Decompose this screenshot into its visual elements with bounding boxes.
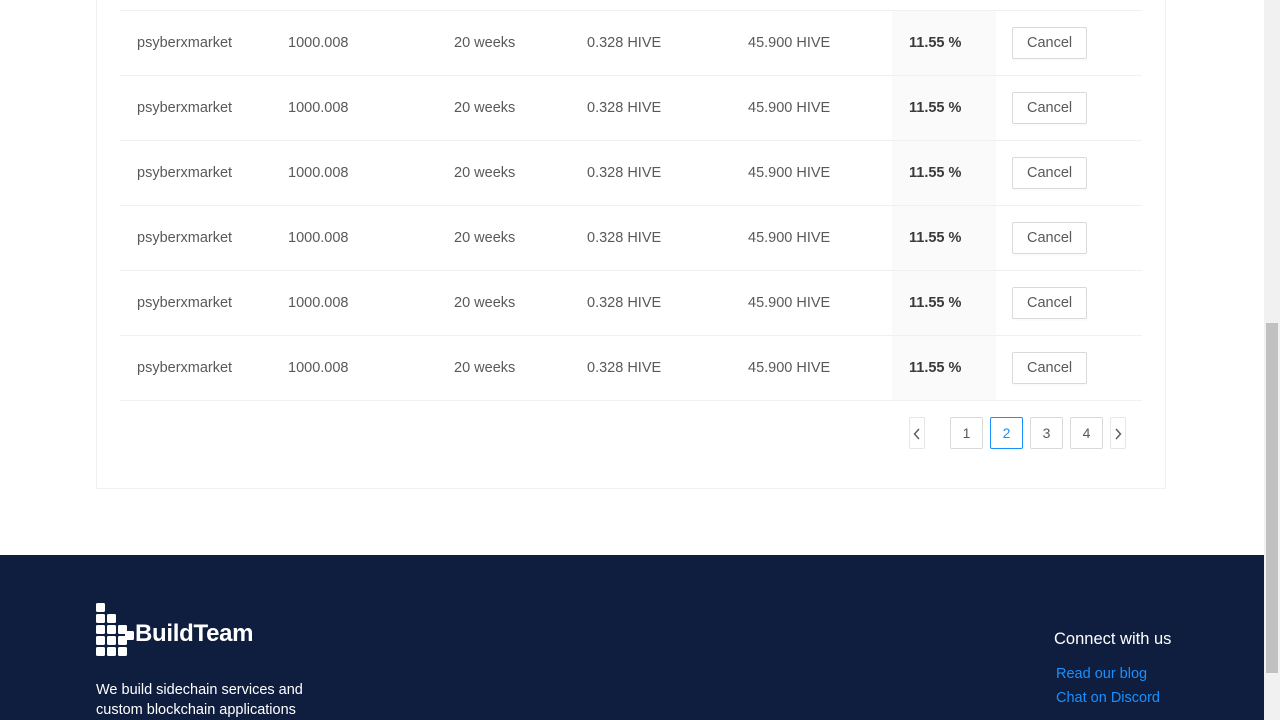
pagination-page-3[interactable]: 3 (1030, 417, 1063, 449)
apr-cell: 11.55 % (892, 76, 996, 140)
discord-link[interactable]: Chat on Discord (1056, 690, 1160, 706)
fee-cell: 0.328 HIVE (587, 230, 662, 246)
table-row: psyberxmarket 1000.008 20 weeks 0.328 HI… (120, 206, 1142, 271)
account-cell: psyberxmarket (137, 360, 233, 376)
fee-cell: 0.328 HIVE (587, 165, 662, 181)
account-cell: psyberxmarket (137, 35, 233, 51)
fee-cell: 0.328 HIVE (587, 35, 662, 51)
cancel-button[interactable]: Cancel (1012, 27, 1088, 59)
pagination-prev-button[interactable] (909, 417, 925, 449)
read-blog-link[interactable]: Read our blog (1056, 666, 1147, 682)
cancel-button[interactable]: Cancel (1012, 157, 1088, 189)
duration-cell: 20 weeks (454, 360, 516, 376)
page: psyberxmarket 1000.008 20 weeks 0.328 HI… (0, 0, 1264, 720)
duration-cell: 20 weeks (454, 165, 516, 181)
brand-name: BuildTeam (135, 620, 254, 647)
amount-cell: 1000.008 (288, 295, 349, 311)
chevron-right-icon (1115, 428, 1122, 440)
total-cell: 45.900 HIVE (748, 165, 831, 181)
table-row: psyberxmarket 1000.008 20 weeks 0.328 HI… (120, 10, 1142, 76)
apr-cell: 11.55 % (892, 141, 996, 205)
total-cell: 45.900 HIVE (748, 230, 831, 246)
pagination-next-button[interactable] (1110, 417, 1126, 449)
total-cell: 45.900 HIVE (748, 295, 831, 311)
total-cell: 45.900 HIVE (748, 360, 831, 376)
duration-cell: 20 weeks (454, 100, 516, 116)
table-row: psyberxmarket 1000.008 20 weeks 0.328 HI… (120, 336, 1142, 401)
cancel-button[interactable]: Cancel (1012, 352, 1088, 384)
cancel-button[interactable]: Cancel (1012, 222, 1088, 254)
apr-cell: 11.55 % (892, 336, 996, 400)
apr-cell: 11.55 % (892, 11, 996, 75)
scrollbar-thumb[interactable] (1266, 323, 1278, 673)
footer-tagline: We build sidechain services and custom b… (96, 682, 303, 718)
amount-cell: 1000.008 (288, 230, 349, 246)
account-cell: psyberxmarket (137, 165, 233, 181)
table-row: psyberxmarket 1000.008 20 weeks 0.328 HI… (120, 141, 1142, 206)
fee-cell: 0.328 HIVE (587, 100, 662, 116)
total-cell: 45.900 HIVE (748, 35, 831, 51)
page-scrollbar[interactable] (1264, 0, 1280, 720)
cancel-button[interactable]: Cancel (1012, 92, 1088, 124)
amount-cell: 1000.008 (288, 360, 349, 376)
pagination-page-1[interactable]: 1 (950, 417, 983, 449)
site-footer: BuildTeam We build sidechain services an… (0, 555, 1264, 720)
duration-cell: 20 weeks (454, 230, 516, 246)
table-row: psyberxmarket 1000.008 20 weeks 0.328 HI… (120, 76, 1142, 141)
buildteam-logo[interactable]: BuildTeam (96, 603, 266, 657)
amount-cell: 1000.008 (288, 100, 349, 116)
amount-cell: 1000.008 (288, 165, 349, 181)
pagination-page-4[interactable]: 4 (1070, 417, 1103, 449)
account-cell: psyberxmarket (137, 230, 233, 246)
fee-cell: 0.328 HIVE (587, 360, 662, 376)
fee-cell: 0.328 HIVE (587, 295, 662, 311)
apr-cell: 11.55 % (892, 206, 996, 270)
amount-cell: 1000.008 (288, 35, 349, 51)
table-row: psyberxmarket 1000.008 20 weeks 0.328 HI… (120, 271, 1142, 336)
delegations-table: psyberxmarket 1000.008 20 weeks 0.328 HI… (120, 10, 1142, 401)
apr-cell: 11.55 % (892, 271, 996, 335)
account-cell: psyberxmarket (137, 295, 233, 311)
account-cell: psyberxmarket (137, 100, 233, 116)
duration-cell: 20 weeks (454, 35, 516, 51)
cancel-button[interactable]: Cancel (1012, 287, 1088, 319)
logo-mark-icon (96, 603, 134, 656)
connect-heading: Connect with us (1054, 630, 1172, 648)
chevron-left-icon (913, 428, 920, 440)
total-cell: 45.900 HIVE (748, 100, 831, 116)
pagination-page-2[interactable]: 2 (990, 417, 1023, 449)
duration-cell: 20 weeks (454, 295, 516, 311)
